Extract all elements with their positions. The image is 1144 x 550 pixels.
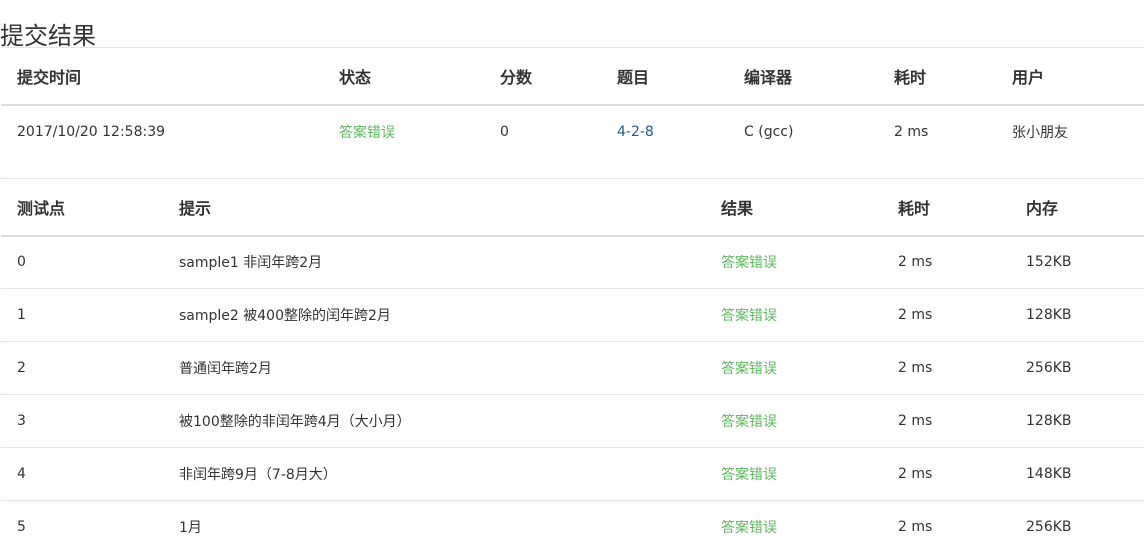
case-memory: 256KB — [1010, 500, 1144, 550]
submission-result-page: 提交结果 提交时间 状态 分数 题目 编译器 耗时 用户 2017/10/20 … — [0, 0, 1144, 550]
case-hint: 普通闰年跨2月 — [163, 341, 705, 395]
compiler: C (gcc) — [744, 124, 794, 140]
header-time: 耗时 — [878, 47, 996, 106]
case-result: 答案错误 — [705, 288, 882, 342]
header-user: 用户 — [996, 47, 1144, 106]
table-row: 5 1月 答案错误 2 ms 256KB — [1, 500, 1144, 550]
case-result: 答案错误 — [705, 447, 882, 501]
case-time: 2 ms — [882, 500, 1010, 550]
case-result: 答案错误 — [721, 255, 777, 272]
case-id: 3 — [1, 394, 163, 448]
case-hint: 1月 — [163, 500, 705, 550]
header-compiler: 编译器 — [728, 47, 878, 106]
header-submit-time: 提交时间 — [1, 47, 323, 106]
case-hint: sample2 被400整除的闰年跨2月 — [163, 288, 705, 342]
case-result: 答案错误 — [705, 394, 882, 448]
summary-row: 2017/10/20 12:58:39 答案错误 0 4-2-8 C (gcc)… — [1, 105, 1144, 159]
run-time: 2 ms — [894, 124, 929, 140]
header-result: 结果 — [705, 178, 882, 237]
table-row: 2 普通闰年跨2月 答案错误 2 ms 256KB — [1, 341, 1144, 395]
case-memory: 256KB — [1010, 341, 1144, 395]
header-status: 状态 — [323, 47, 484, 106]
cases-header-row: 测试点 提示 结果 耗时 内存 — [1, 178, 1144, 237]
submit-time: 2017/10/20 12:58:39 — [17, 124, 166, 140]
test-cases-table: 测试点 提示 结果 耗时 内存 0 sample1 非闰年跨2月 答案错误 2 … — [1, 178, 1144, 550]
summary-header-row: 提交时间 状态 分数 题目 编译器 耗时 用户 — [1, 47, 1144, 106]
case-id: 4 — [1, 447, 163, 501]
case-time: 2 ms — [882, 288, 1010, 342]
header-hint: 提示 — [163, 178, 705, 237]
status-badge: 答案错误 — [339, 125, 395, 141]
case-hint: 被100整除的非闰年跨4月（大小月） — [163, 394, 705, 448]
case-id: 1 — [1, 288, 163, 342]
submission-summary-table: 提交时间 状态 分数 题目 编译器 耗时 用户 2017/10/20 12:58… — [1, 47, 1144, 159]
problem-link[interactable]: 4-2-8 — [617, 124, 654, 140]
header-score: 分数 — [484, 47, 601, 106]
header-case-time: 耗时 — [882, 178, 1010, 237]
case-result: 答案错误 — [705, 341, 882, 395]
case-time: 2 ms — [882, 394, 1010, 448]
user-name: 张小朋友 — [1012, 125, 1068, 141]
header-memory: 内存 — [1010, 178, 1144, 237]
case-time: 2 ms — [898, 254, 933, 271]
case-memory: 128KB — [1010, 288, 1144, 342]
case-memory: 152KB — [1026, 254, 1072, 271]
score: 0 — [500, 124, 509, 140]
case-hint: 非闰年跨9月（7-8月大） — [163, 447, 705, 501]
case-hint: sample1 非闰年跨2月 — [179, 255, 323, 272]
table-row: 3 被100整除的非闰年跨4月（大小月） 答案错误 2 ms 128KB — [1, 394, 1144, 448]
case-result: 答案错误 — [705, 500, 882, 550]
table-row: 1 sample2 被400整除的闰年跨2月 答案错误 2 ms 128KB — [1, 288, 1144, 342]
table-row: 0 sample1 非闰年跨2月 答案错误 2 ms 152KB — [1, 236, 1144, 289]
case-id: 2 — [1, 341, 163, 395]
case-time: 2 ms — [882, 341, 1010, 395]
table-row: 4 非闰年跨9月（7-8月大） 答案错误 2 ms 148KB — [1, 447, 1144, 501]
header-case-id: 测试点 — [1, 178, 163, 237]
header-problem: 题目 — [601, 47, 728, 106]
case-id: 5 — [1, 500, 163, 550]
case-memory: 148KB — [1010, 447, 1144, 501]
case-memory: 128KB — [1010, 394, 1144, 448]
case-id: 0 — [17, 254, 26, 271]
case-time: 2 ms — [882, 447, 1010, 501]
